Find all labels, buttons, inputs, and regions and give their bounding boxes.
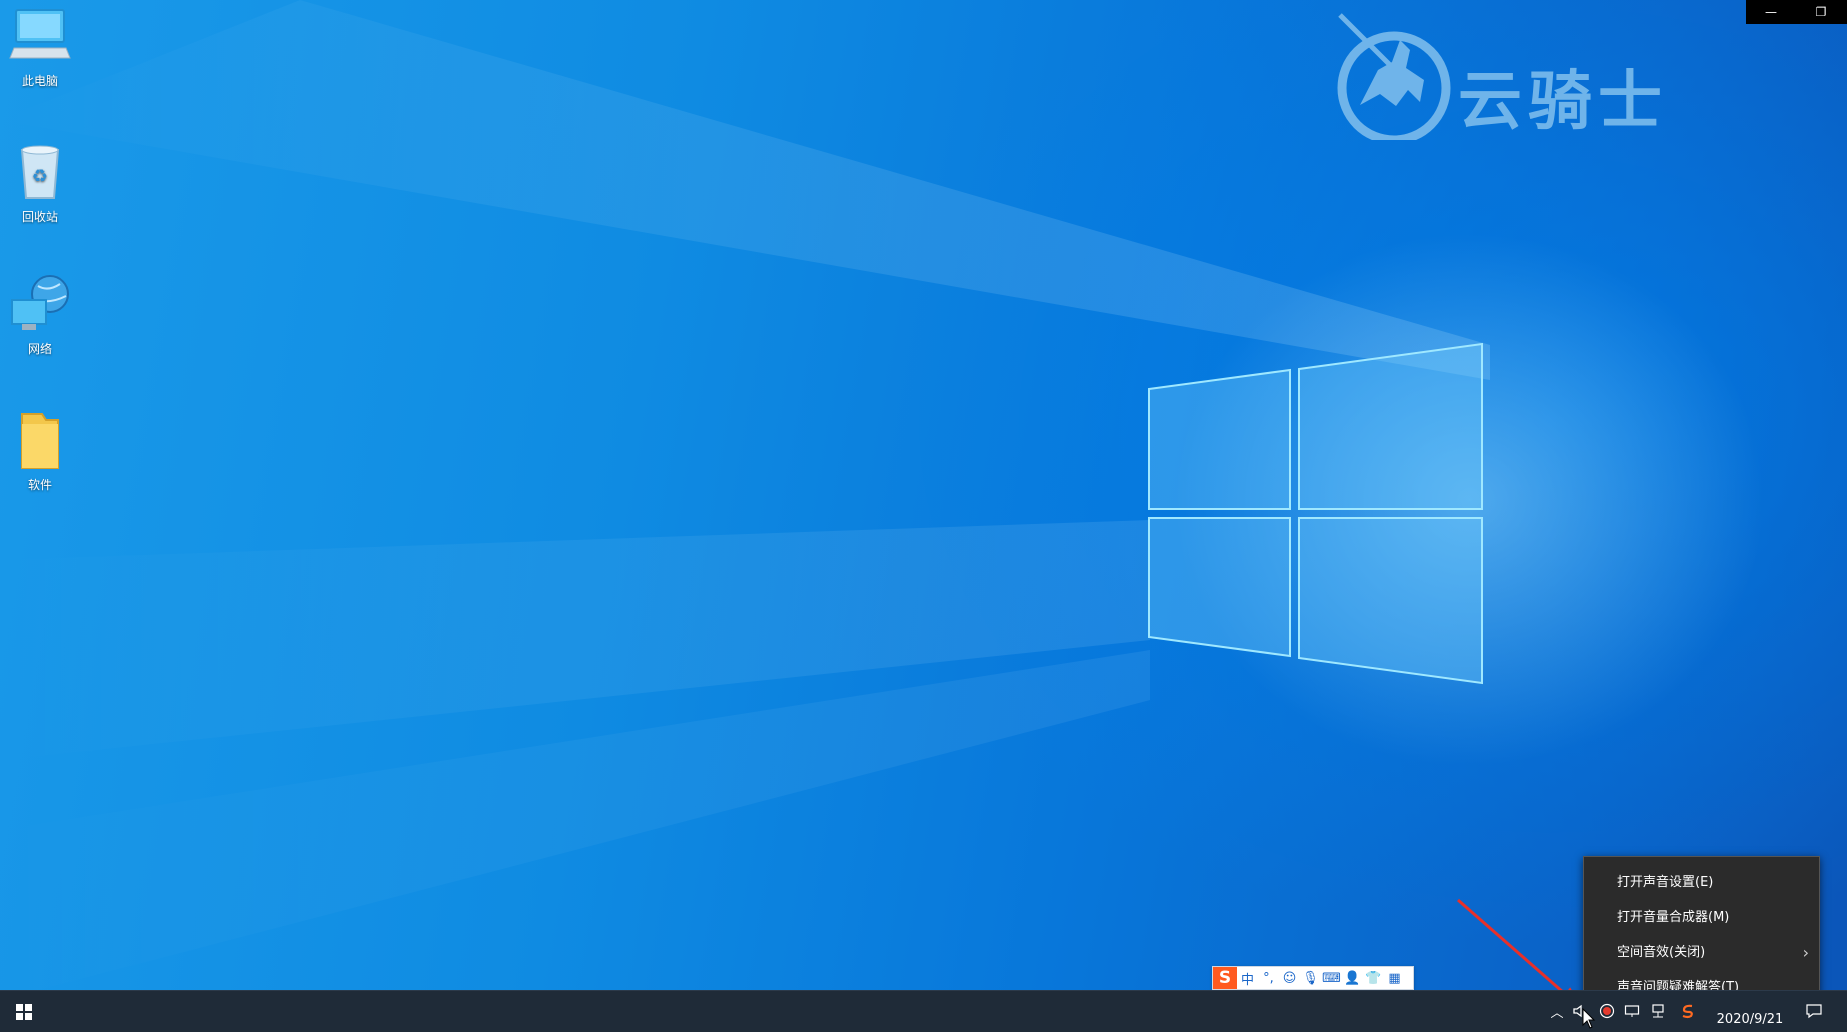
restore-button[interactable]: ❐ (1796, 0, 1846, 24)
menu-item-label: 打开音量合成器(M) (1617, 910, 1730, 925)
desktop-icon-label: 软件 (27, 478, 52, 492)
folder-icon (21, 413, 59, 469)
skin-icon[interactable]: 👕 (1363, 967, 1384, 989)
windows-start-icon (16, 1003, 32, 1020)
sogou-logo-icon[interactable]: S (1213, 967, 1237, 989)
taskbar: ︿ 2020/9/21 (0, 990, 1847, 1032)
watermark-text: 云骑士 (1458, 65, 1668, 139)
emoji-icon[interactable]: ☺ (1279, 967, 1300, 989)
chevron-right-icon: › (1802, 943, 1809, 962)
notification-icon[interactable] (1802, 1001, 1826, 1021)
network-icon (11, 275, 69, 330)
sogou-icon[interactable] (1678, 1001, 1698, 1021)
computer-icon (9, 9, 71, 59)
display-icon[interactable] (1622, 1001, 1642, 1021)
sound-context-menu: 打开声音设置(E) 打开音量合成器(M) 空间音效(关闭) › 声音问题疑难解答… (1583, 856, 1820, 1011)
knight-logo-icon (1337, 13, 1451, 140)
record-icon[interactable] (1597, 1001, 1617, 1021)
ime-language-toggle[interactable]: 中 (1237, 967, 1258, 989)
desktop-icon-recycle-bin[interactable]: ♻ 回收站 (4, 140, 76, 225)
mouse-cursor (1582, 1008, 1596, 1029)
watermark: 云骑士 (1330, 10, 1760, 150)
menu-item-label: 打开声音设置(E) (1617, 875, 1714, 890)
minimize-button[interactable]: — (1746, 0, 1796, 24)
desktop-icon-this-pc[interactable]: 此电脑 (4, 4, 76, 89)
keyboard-icon[interactable]: ⌨ (1321, 967, 1342, 989)
desktop-icon-label: 此电脑 (21, 74, 58, 88)
ime-toolbar[interactable]: S 中 °, ☺ 🎙 ⌨ 👤 👕 ▦ (1212, 966, 1414, 990)
desktop-icon-label: 回收站 (21, 210, 58, 224)
desktop-icon-network[interactable]: 网络 (4, 272, 76, 357)
desktop-icon-label: 网络 (27, 342, 52, 356)
svg-text:♻: ♻ (32, 166, 48, 187)
taskbar-clock[interactable]: 2020/9/21 (1710, 1012, 1790, 1027)
desktop-icon-software-folder[interactable]: 软件 (4, 408, 76, 493)
start-button[interactable] (0, 991, 48, 1032)
network-tray-icon[interactable] (1648, 1001, 1668, 1021)
window-controls: — ❐ (1746, 0, 1847, 24)
menu-item-spatial-sound[interactable]: 空间音效(关闭) › (1584, 935, 1819, 970)
menu-item-label: 空间音效(关闭) (1617, 945, 1706, 960)
windows-logo-graphic (1148, 342, 1483, 685)
desktop-wallpaper (0, 0, 1847, 1031)
ime-punctuation-toggle[interactable]: °, (1258, 967, 1279, 989)
recycle-bin-icon: ♻ (20, 145, 60, 199)
user-icon[interactable]: 👤 (1342, 967, 1363, 989)
menu-item-open-sound-settings[interactable]: 打开声音设置(E) (1584, 865, 1819, 900)
microphone-icon[interactable]: 🎙 (1300, 967, 1321, 989)
grid-icon[interactable]: ▦ (1384, 967, 1405, 989)
chevron-up-icon[interactable]: ︿ (1548, 1001, 1566, 1021)
menu-item-open-volume-mixer[interactable]: 打开音量合成器(M) (1584, 900, 1819, 935)
